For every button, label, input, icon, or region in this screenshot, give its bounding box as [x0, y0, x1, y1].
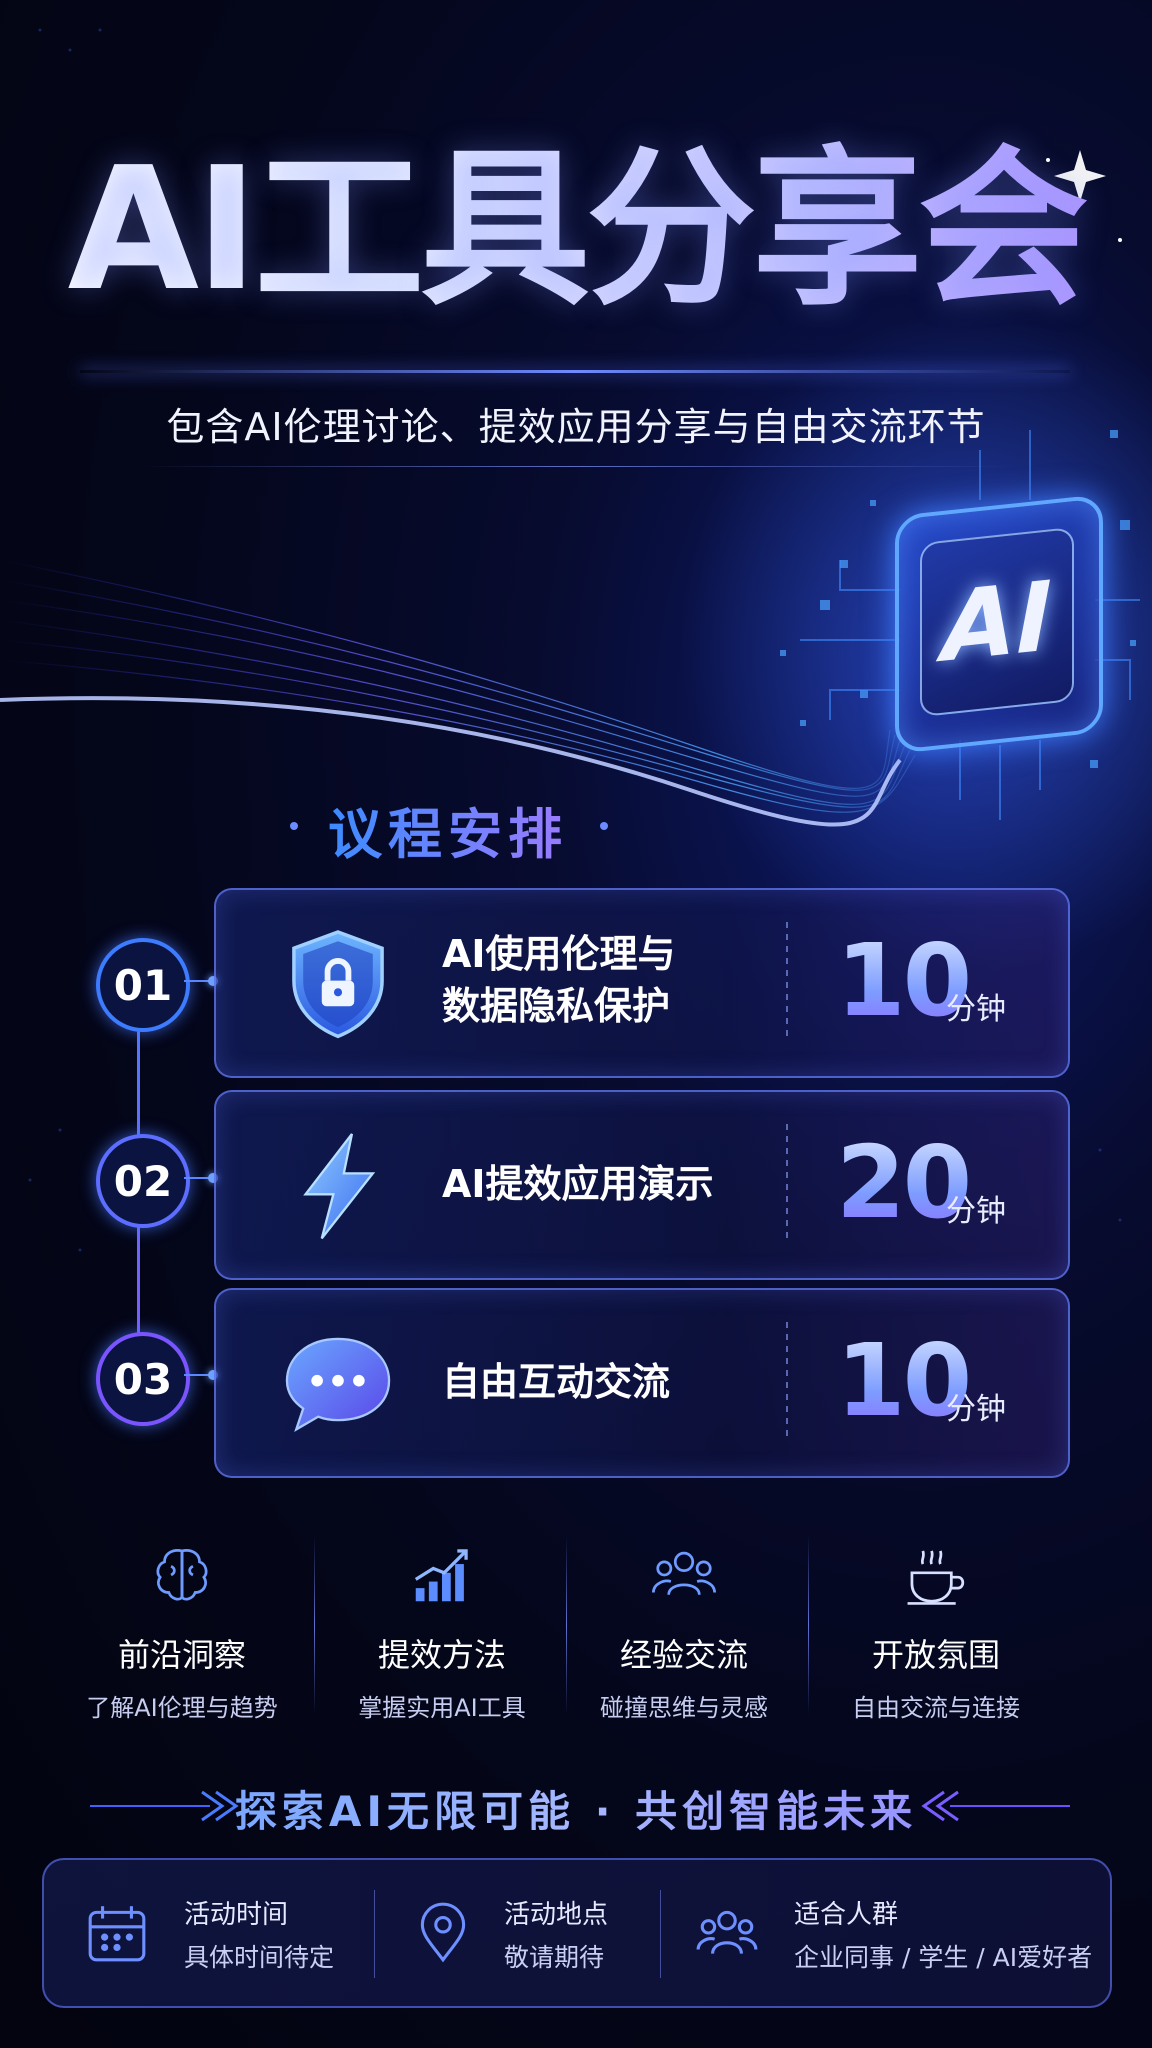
feature-separator	[314, 1535, 315, 1715]
subtitle: 包含AI伦理讨论、提效应用分享与自由交流环节	[166, 405, 986, 449]
event-info-bar: 活动时间 具体时间待定 活动地点 敬请期待 适合人群 企业同事 / 学生 / A…	[42, 1858, 1112, 2008]
location-pin-icon	[420, 1902, 466, 1963]
agenda-title-3: 自由互动交流	[442, 1360, 671, 1404]
feature-desc: 自由交流与连接	[852, 1694, 1020, 1722]
info-label-audience: 适合人群	[794, 1900, 899, 1930]
calendar-icon	[88, 1906, 146, 1962]
info-value-location: 敬请期待	[504, 1943, 605, 1972]
heading-dot-left	[290, 822, 298, 830]
ai-chip-label: AI	[941, 560, 1052, 684]
feature-insight: 前沿洞察 了解AI伦理与趋势	[62, 1540, 302, 1723]
agenda-unit-1: 分钟	[946, 992, 1006, 1027]
agenda-heading: 议程安排	[328, 790, 568, 869]
info-value-time: 具体时间待定	[184, 1943, 335, 1972]
card-divider	[786, 922, 788, 1042]
feature-title: 经验交流	[619, 1636, 748, 1674]
page-title: AI工具分享会	[0, 130, 1152, 330]
feature-separator	[808, 1535, 809, 1715]
feature-desc: 了解AI伦理与趋势	[86, 1694, 278, 1722]
feature-efficiency: 提效方法 掌握实用AI工具	[322, 1540, 562, 1723]
info-label-time: 活动时间	[184, 1900, 289, 1930]
title-glow-line	[80, 370, 1070, 373]
agenda-title-1b: 数据隐私保护	[442, 984, 671, 1028]
info-value-audience: 企业同事 / 学生 / AI爱好者	[794, 1943, 1093, 1972]
card-divider	[786, 1322, 788, 1442]
people-icon	[696, 1910, 758, 1954]
brain-icon	[156, 1549, 208, 1601]
info-label-location: 活动地点	[504, 1900, 609, 1930]
ai-chip-icon: AI	[920, 526, 1074, 718]
feature-exchange: 经验交流 碰撞思维与灵感	[564, 1540, 804, 1723]
agenda-number-2: 02	[96, 1134, 190, 1228]
agenda-unit-2: 分钟	[946, 1194, 1006, 1229]
growth-chart-icon	[414, 1549, 468, 1602]
info-separator	[374, 1890, 375, 1978]
feature-title: 开放氛围	[871, 1636, 1000, 1674]
agenda-title-2: AI提效应用演示	[442, 1162, 714, 1206]
agenda-card-1: AI使用伦理与 数据隐私保护 10 分钟	[214, 888, 1070, 1078]
feature-title: 前沿洞察	[117, 1636, 246, 1674]
agenda-number-1: 01	[96, 938, 190, 1032]
agenda-unit-3: 分钟	[946, 1392, 1006, 1427]
agenda-card-3: 自由互动交流 10 分钟	[214, 1288, 1070, 1478]
agenda-number-3: 03	[96, 1332, 190, 1426]
agenda-title-1a: AI使用伦理与	[442, 932, 676, 976]
coffee-cup-icon	[907, 1550, 965, 1605]
info-separator	[660, 1890, 661, 1978]
feature-desc: 碰撞思维与灵感	[600, 1694, 768, 1722]
feature-title: 提效方法	[377, 1636, 506, 1674]
lightning-icon	[303, 1133, 376, 1240]
feature-desc: 掌握实用AI工具	[358, 1694, 526, 1722]
card-divider	[786, 1124, 788, 1244]
slogan-arrows-right	[921, 1790, 1070, 1822]
people-group-icon	[652, 1551, 716, 1596]
feature-open: 开放氛围 自由交流与连接	[816, 1540, 1056, 1723]
chat-bubble-icon	[285, 1337, 391, 1432]
shield-lock-icon	[292, 930, 384, 1039]
heading-dot-right	[600, 822, 608, 830]
subtitle-divider	[140, 466, 1010, 467]
agenda-card-2: AI提效应用演示 20 分钟	[214, 1090, 1070, 1280]
